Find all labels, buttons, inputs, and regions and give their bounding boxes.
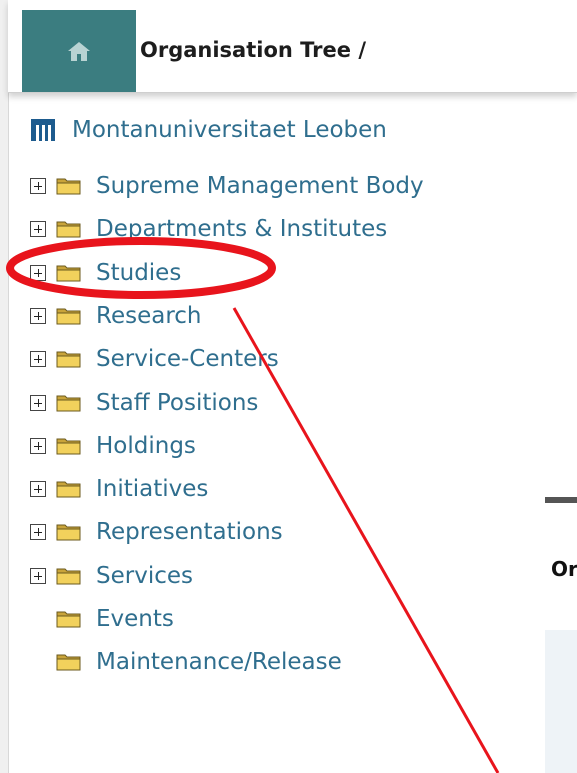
tree-node[interactable]: Representations — [30, 512, 283, 552]
tree-node-label[interactable]: Services — [96, 563, 193, 589]
folder-icon — [56, 265, 81, 282]
expand-plus-icon[interactable] — [30, 567, 46, 584]
folder-icon — [56, 524, 81, 541]
expand-plus-icon[interactable] — [30, 351, 46, 368]
tree-node[interactable]: Supreme Management Body — [30, 166, 424, 206]
tree-node[interactable]: Research — [30, 296, 202, 336]
tree-node[interactable]: Services — [30, 556, 193, 596]
tree-node[interactable]: Departments & Institutes — [30, 209, 387, 249]
tree-node-label[interactable]: Studies — [96, 260, 181, 286]
folder-icon — [56, 611, 81, 628]
side-panel-label: Or — [551, 557, 577, 581]
app-frame: Organisation Tree / Montanuniversitaet L… — [0, 0, 577, 773]
tree-node[interactable]: Staff Positions — [30, 383, 258, 423]
folder-icon — [56, 395, 81, 411]
tree-node-label[interactable]: Maintenance/Release — [96, 649, 342, 675]
tree-node[interactable]: Holdings — [30, 426, 196, 466]
side-panel-body — [545, 630, 577, 773]
expand-plus-icon[interactable] — [30, 178, 46, 194]
tree-node-label[interactable]: Service-Centers — [96, 346, 279, 372]
tree-node-label[interactable]: Holdings — [96, 433, 196, 459]
tree-root[interactable]: Montanuniversitaet Leoben — [30, 110, 387, 150]
tree-node[interactable]: Maintenance/Release — [30, 642, 342, 682]
folder-icon — [56, 308, 81, 325]
tree-node[interactable]: Initiatives — [30, 469, 208, 509]
expand-plus-icon[interactable] — [30, 307, 46, 324]
folder-icon — [56, 178, 81, 195]
folder-icon — [56, 351, 81, 368]
folder-icon — [56, 654, 81, 671]
tree-root-label[interactable]: Montanuniversitaet Leoben — [72, 117, 387, 143]
left-border — [0, 0, 9, 773]
tree-node-label[interactable]: Events — [96, 606, 174, 632]
home-icon — [68, 42, 90, 61]
home-button[interactable] — [22, 10, 136, 92]
folder-icon — [56, 221, 81, 238]
expand-plus-icon[interactable] — [30, 221, 46, 238]
side-panel: Or — [545, 497, 577, 773]
tree-node-label[interactable]: Initiatives — [96, 476, 208, 502]
header-bar: Organisation Tree / — [8, 0, 577, 93]
university-logo-icon — [31, 119, 55, 141]
folder-icon — [56, 438, 81, 455]
folder-icon — [56, 481, 81, 498]
tree-node[interactable]: Service-Centers — [30, 339, 279, 379]
expand-plus-icon[interactable] — [30, 437, 46, 454]
tree-node-label[interactable]: Representations — [96, 519, 283, 545]
expand-plus-icon[interactable] — [30, 481, 46, 498]
tree-node-label[interactable]: Research — [96, 303, 202, 329]
expand-plus-icon[interactable] — [30, 394, 46, 411]
page-title: Organisation Tree / — [140, 38, 366, 62]
tree-node-label[interactable]: Supreme Management Body — [96, 173, 424, 199]
tree-node-label[interactable]: Staff Positions — [96, 390, 258, 416]
tree-node[interactable]: Events — [30, 599, 174, 639]
tree-node[interactable]: Studies — [30, 253, 181, 293]
tree-node-label[interactable]: Departments & Institutes — [96, 216, 387, 242]
organisation-tree: Montanuniversitaet Leoben Supreme Manage… — [30, 110, 424, 675]
expand-plus-icon[interactable] — [30, 264, 46, 281]
folder-icon — [56, 568, 81, 585]
expand-plus-icon[interactable] — [30, 524, 46, 541]
